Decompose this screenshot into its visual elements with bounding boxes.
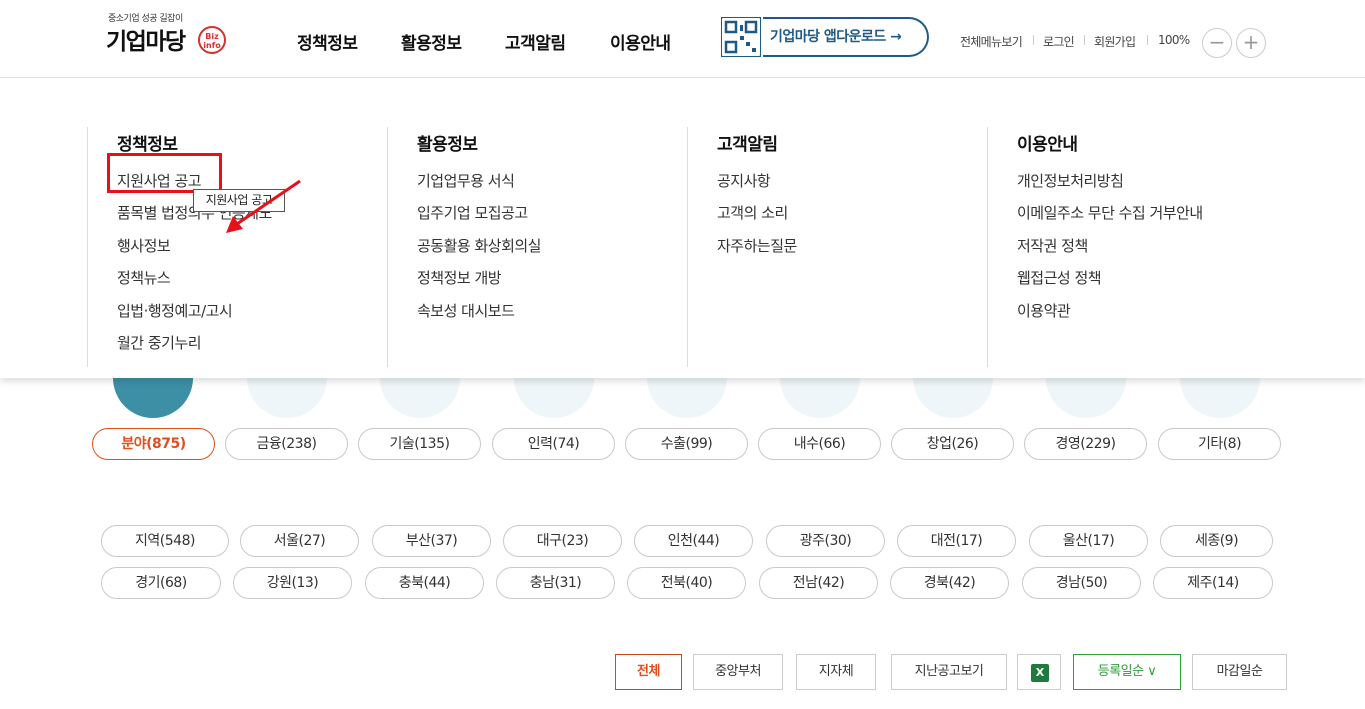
filter-all-button[interactable]: 전체 xyxy=(615,654,682,690)
menu-item-copyright[interactable]: 저작권 정책 xyxy=(1017,235,1088,256)
menu-item-monthly[interactable]: 월간 중기누리 xyxy=(117,332,202,353)
menu-item-policy-news[interactable]: 정책뉴스 xyxy=(117,267,171,288)
menu-item-dashboard[interactable]: 속보성 대시보드 xyxy=(417,300,515,321)
qr-code-icon xyxy=(721,17,761,57)
nav-usage-guide[interactable]: 이용안내 xyxy=(610,29,671,54)
menu-item-tenant-recruit[interactable]: 입주기업 모집공고 xyxy=(417,202,528,223)
filter-region-jeonnam[interactable]: 전남(42) xyxy=(759,567,878,599)
divider xyxy=(687,127,688,367)
filter-region-busan[interactable]: 부산(37) xyxy=(372,525,491,557)
excel-icon: X xyxy=(1031,664,1049,682)
full-menu-link[interactable]: 전체메뉴보기 xyxy=(960,33,1023,50)
app-download-button[interactable]: 기업마당 앱다운로드 → xyxy=(763,17,929,57)
past-notices-button[interactable]: 지난공고보기 xyxy=(891,654,1007,690)
zoom-level: 100% xyxy=(1158,33,1190,47)
menu-title-policy[interactable]: 정책정보 xyxy=(117,130,178,155)
menu-title-guide[interactable]: 이용안내 xyxy=(1017,130,1078,155)
filter-field-startup[interactable]: 창업(26) xyxy=(891,428,1014,460)
filter-region-incheon[interactable]: 인천(44) xyxy=(634,525,753,557)
menu-title-useful[interactable]: 활용정보 xyxy=(417,130,478,155)
menu-item-video-conference[interactable]: 공동활용 화상회의실 xyxy=(417,235,541,256)
nav-policy-info[interactable]: 정책정보 xyxy=(297,29,358,54)
filter-region-gwangju[interactable]: 광주(30) xyxy=(766,525,885,557)
filter-region-gyeonggi[interactable]: 경기(68) xyxy=(101,567,221,599)
divider xyxy=(1033,35,1034,45)
filter-local-button[interactable]: 지자체 xyxy=(796,654,876,690)
filter-region-seoul[interactable]: 서울(27) xyxy=(240,525,359,557)
zoom-in-button[interactable]: + xyxy=(1236,28,1266,58)
filter-region-jeonbuk[interactable]: 전북(40) xyxy=(627,567,746,599)
zoom-out-button[interactable]: − xyxy=(1202,28,1232,58)
divider xyxy=(387,127,388,367)
divider xyxy=(987,127,988,367)
filter-region-sejong[interactable]: 세종(9) xyxy=(1160,525,1273,557)
filter-region-gyeongnam[interactable]: 경남(50) xyxy=(1022,567,1141,599)
filter-field-etc[interactable]: 기타(8) xyxy=(1158,428,1281,460)
site-header: 중소기업 성공 길잡이 기업마당 Biz info 정책정보 활용정보 고객알림… xyxy=(0,0,1365,78)
filter-field-domestic[interactable]: 내수(66) xyxy=(758,428,881,460)
divider xyxy=(1147,35,1148,45)
menu-item-faq[interactable]: 자주하는질문 xyxy=(717,235,797,256)
filter-region-gyeongbuk[interactable]: 경북(42) xyxy=(890,567,1009,599)
logo[interactable]: 기업마당 xyxy=(106,22,186,56)
filter-region-daejeon[interactable]: 대전(17) xyxy=(897,525,1016,557)
filter-field-all[interactable]: 분야(875) xyxy=(92,428,215,460)
menu-title-customer[interactable]: 고객알림 xyxy=(717,130,778,155)
divider xyxy=(1084,35,1085,45)
filter-central-button[interactable]: 중앙부처 xyxy=(693,654,783,690)
menu-item-terms[interactable]: 이용약관 xyxy=(1017,300,1071,321)
highlight-box xyxy=(107,153,222,193)
menu-item-email-refusal[interactable]: 이메일주소 무단 수집 거부안내 xyxy=(1017,202,1203,223)
menu-item-notices[interactable]: 공지사항 xyxy=(717,170,771,191)
login-link[interactable]: 로그인 xyxy=(1043,33,1075,50)
bizinfo-badge-icon: Biz info xyxy=(198,26,226,54)
sort-registered-button[interactable]: 등록일순 ∨ xyxy=(1073,654,1181,690)
filter-field-tech[interactable]: 기술(135) xyxy=(358,428,481,460)
filter-region-all[interactable]: 지역(548) xyxy=(101,525,229,557)
filter-field-finance[interactable]: 금융(238) xyxy=(225,428,348,460)
filter-field-export[interactable]: 수출(99) xyxy=(625,428,748,460)
filter-region-chungbuk[interactable]: 충북(44) xyxy=(365,567,484,599)
filter-region-gangwon[interactable]: 강원(13) xyxy=(233,567,352,599)
menu-item-privacy[interactable]: 개인정보처리방침 xyxy=(1017,170,1124,191)
filter-field-management[interactable]: 경영(229) xyxy=(1024,428,1147,460)
filter-region-jeju[interactable]: 제주(14) xyxy=(1153,567,1273,599)
menu-item-open-data[interactable]: 정책정보 개방 xyxy=(417,267,502,288)
filter-region-chungnam[interactable]: 충남(31) xyxy=(496,567,615,599)
filter-field-people[interactable]: 인력(74) xyxy=(492,428,615,460)
mega-menu: 정책정보 지원사업 공고 품목별 법정의무 인증제도 행사정보 정책뉴스 입법·… xyxy=(0,78,1365,378)
menu-item-forms[interactable]: 기업업무용 서식 xyxy=(417,170,515,191)
divider xyxy=(87,127,88,367)
menu-item-events[interactable]: 행사정보 xyxy=(117,235,171,256)
nav-useful-info[interactable]: 활용정보 xyxy=(401,29,462,54)
filter-region-daegu[interactable]: 대구(23) xyxy=(503,525,622,557)
red-arrow-icon xyxy=(226,179,301,233)
nav-customer-notice[interactable]: 고객알림 xyxy=(505,29,566,54)
sort-deadline-button[interactable]: 마감일순 xyxy=(1192,654,1287,690)
menu-item-accessibility[interactable]: 웹접근성 정책 xyxy=(1017,267,1102,288)
menu-item-voice[interactable]: 고객의 소리 xyxy=(717,202,788,223)
signup-link[interactable]: 회원가입 xyxy=(1094,33,1136,50)
menu-item-legislation[interactable]: 입법·행정예고/고시 xyxy=(117,300,233,321)
filter-region-ulsan[interactable]: 울산(17) xyxy=(1029,525,1148,557)
excel-download-button[interactable]: X xyxy=(1017,654,1061,690)
